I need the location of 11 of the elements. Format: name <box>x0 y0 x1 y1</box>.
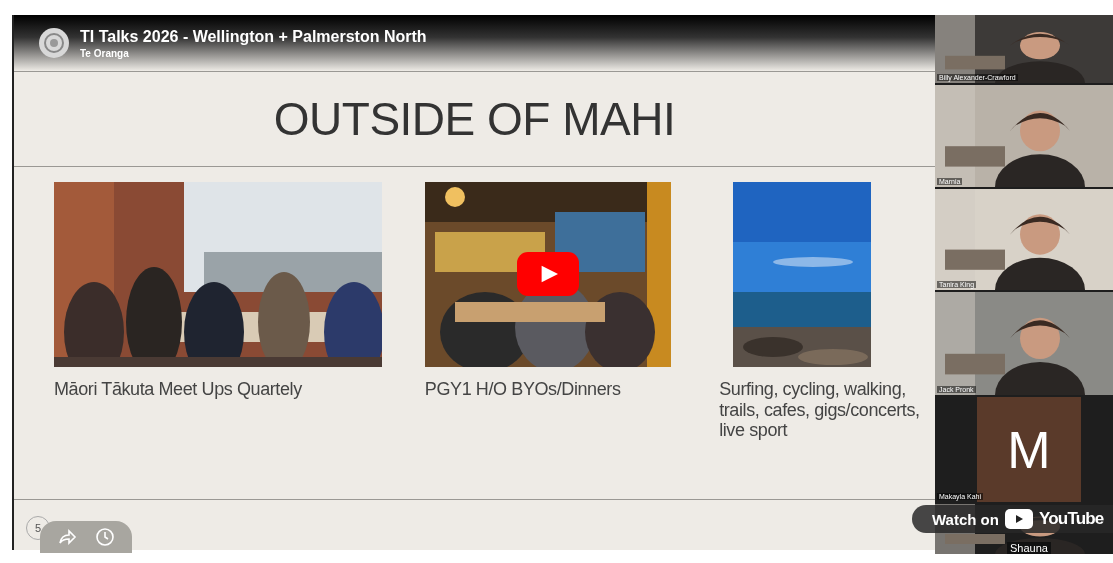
picture-caption: Māori Tākuta Meet Ups Quartely <box>54 379 303 400</box>
channel-logo-icon[interactable] <box>38 27 70 59</box>
slide-title: OUTSIDE OF MAHI <box>272 92 677 147</box>
picture-caption: PGY1 H/O BYOs/Dinners <box>424 379 622 400</box>
channel-name[interactable]: Te Oranga <box>80 47 427 59</box>
picture-caption: Surfing, cycling, walking, trails, cafes, gigs/concerts, live sport <box>719 379 921 442</box>
video-title[interactable]: TI Talks 2026 - Wellington + Palmerston North <box>80 27 427 46</box>
play-button[interactable] <box>516 252 579 296</box>
watch-on-youtube-button[interactable]: Watch on YouTube <box>912 505 1113 533</box>
play-logo-icon <box>1004 509 1033 529</box>
participant-name: Shauna <box>1007 542 1051 554</box>
